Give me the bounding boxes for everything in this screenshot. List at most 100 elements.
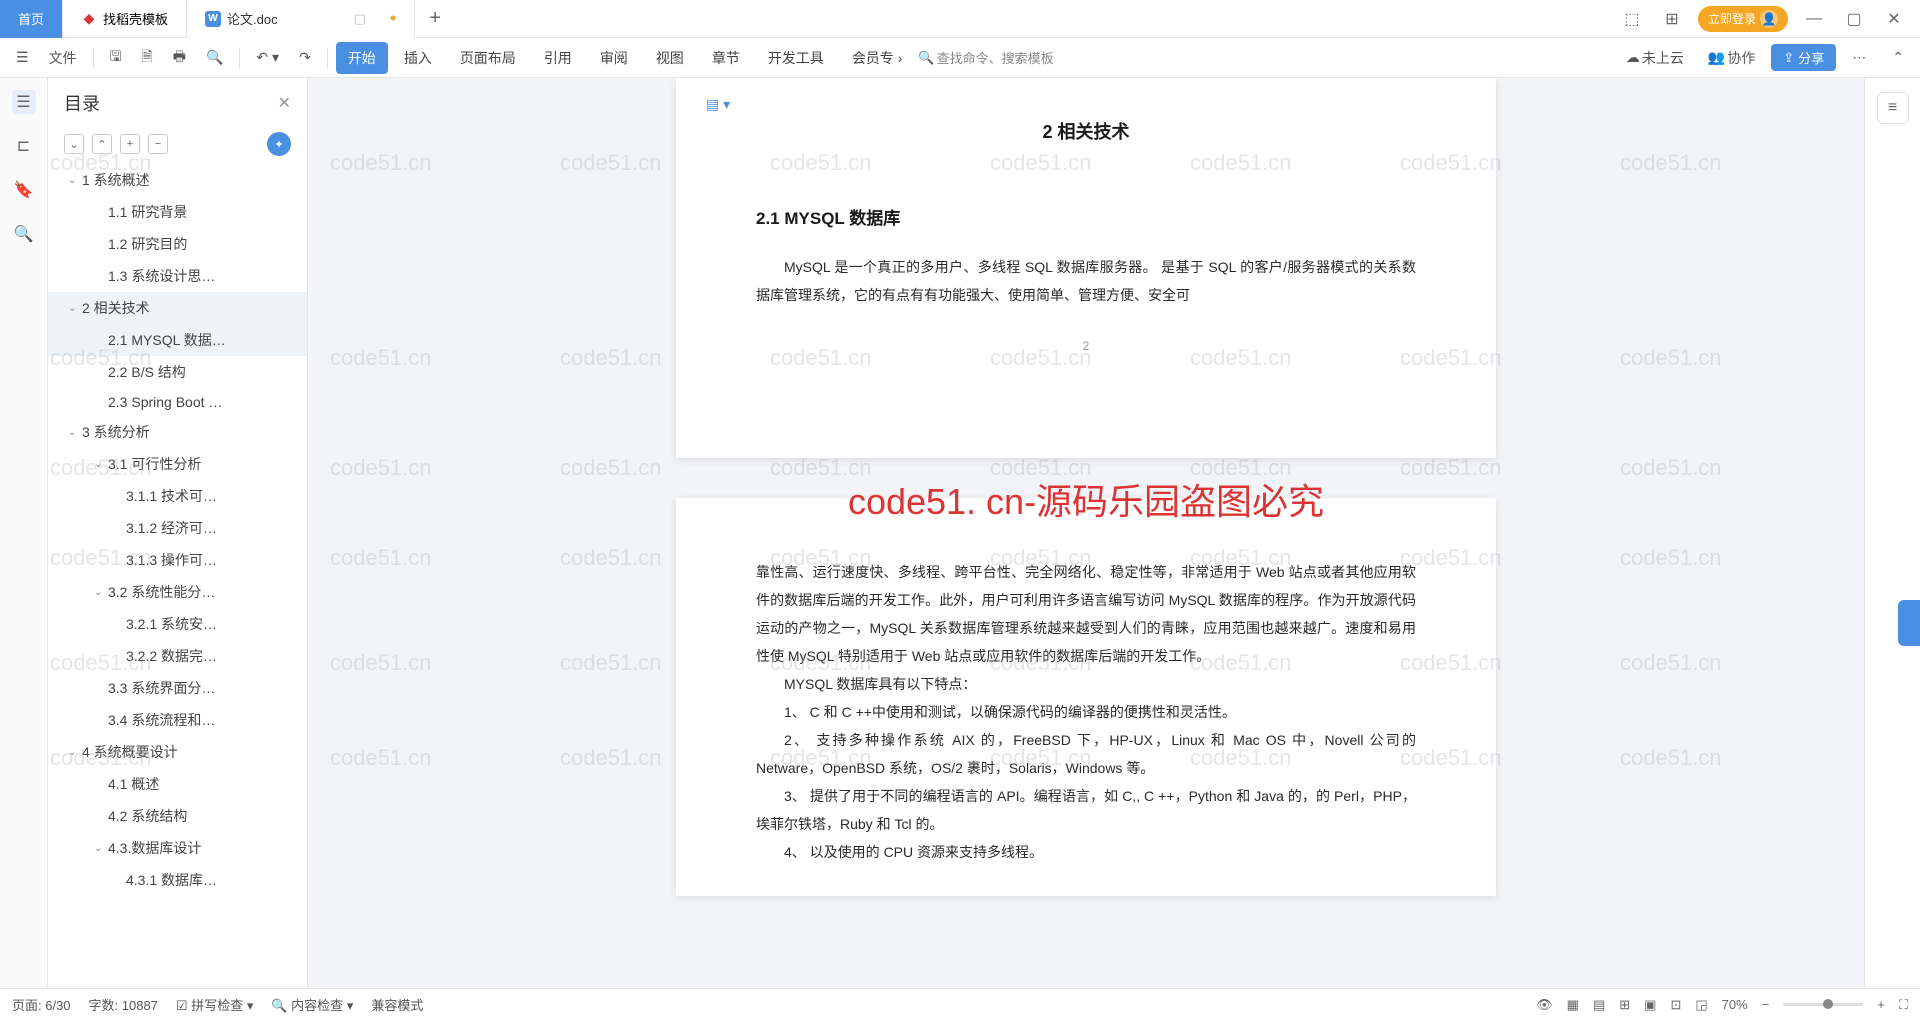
- doc-paragraph: 靠性高、运行速度快、多线程、跨平台性、完全网络化、稳定性等，非常适用于 Web …: [756, 558, 1416, 670]
- doc-paragraph: MYSQL 数据库具有以下特点：: [756, 670, 1416, 698]
- outline-item[interactable]: 3.3 系统界面分…: [48, 672, 307, 704]
- properties-icon[interactable]: ≡: [1877, 92, 1909, 124]
- remove-item-icon[interactable]: −: [148, 134, 168, 154]
- menu-dev[interactable]: 开发工具: [756, 42, 836, 74]
- outline-panel-icon[interactable]: ☰: [12, 90, 36, 114]
- zoom-in-icon[interactable]: +: [1877, 997, 1885, 1012]
- menu-start[interactable]: 开始: [336, 42, 388, 74]
- statusbar: 页面: 6/30 字数: 10887 ☑ 拼写检查 ▾ 🔍 内容检查 ▾ 兼容模…: [0, 988, 1920, 1020]
- collapse-all-icon[interactable]: ⌄: [64, 134, 84, 154]
- ai-assistant-icon[interactable]: ✦: [267, 132, 291, 156]
- feedback-tab[interactable]: [1898, 600, 1920, 646]
- bookmark-icon[interactable]: 🔖: [12, 178, 36, 202]
- outline-list: ⌄1 系统概述1.1 研究背景1.2 研究目的1.3 系统设计思…⌄2 相关技术…: [48, 164, 307, 988]
- outline-item[interactable]: 3.2.1 系统安…: [48, 608, 307, 640]
- titlebar: 首页 ◆ 找稻壳模板 W 论文.doc ▢ • + ⬚ ⊞ 立即登录 👤 — ▢…: [0, 0, 1920, 38]
- search-panel-icon[interactable]: 🔍: [12, 222, 36, 246]
- tab-templates[interactable]: ◆ 找稻壳模板: [63, 0, 187, 38]
- collab-button[interactable]: 👥 协作: [1700, 42, 1763, 74]
- apps-icon[interactable]: ⊞: [1658, 5, 1686, 33]
- ruler-icon[interactable]: ⊏: [12, 134, 36, 158]
- doc-paragraph: 1、 C 和 C ++中使用和测试，以确保源代码的编译器的便携性和灵活性。: [756, 698, 1416, 726]
- fullscreen-icon[interactable]: ⛶: [1899, 997, 1908, 1013]
- add-item-icon[interactable]: +: [120, 134, 140, 154]
- tab-document[interactable]: W 论文.doc ▢ •: [187, 0, 415, 38]
- page-1: ▤ ▾ 2 相关技术 2.1 MYSQL 数据库 MySQL 是一个真正的多用户…: [676, 78, 1496, 458]
- file-menu[interactable]: 文件: [41, 42, 85, 74]
- outline-item[interactable]: ⌄2 相关技术: [48, 292, 307, 324]
- zoom-out-icon[interactable]: −: [1762, 997, 1770, 1012]
- preview-icon[interactable]: 🔍: [198, 43, 231, 72]
- outline-item[interactable]: 3.1.3 操作可…: [48, 544, 307, 576]
- hamburger-icon[interactable]: ☰: [8, 43, 37, 72]
- status-spellcheck[interactable]: ☑ 拼写检查 ▾: [176, 995, 253, 1014]
- tab-home[interactable]: 首页: [0, 0, 63, 38]
- outline-item[interactable]: 3.2.2 数据完…: [48, 640, 307, 672]
- menu-layout[interactable]: 页面布局: [448, 42, 528, 74]
- status-words[interactable]: 字数: 10887: [89, 995, 158, 1014]
- menu-member[interactable]: 会员专 ›: [840, 42, 915, 74]
- status-page[interactable]: 页面: 6/30: [12, 995, 71, 1014]
- expand-all-icon[interactable]: ⌃: [92, 134, 112, 154]
- main-area: ☰ ⊏ 🔖 🔍 目录 ✕ ⌄ ⌃ + − ✦ ⌄1 系统概述1.1 研究背景1.…: [0, 78, 1920, 988]
- outline-item[interactable]: 4.3.1 数据库…: [48, 864, 307, 896]
- template-icon: ◆: [81, 11, 97, 27]
- share-button[interactable]: ⇪ 分享: [1771, 44, 1836, 71]
- view-mode-4-icon[interactable]: ▣: [1644, 997, 1656, 1013]
- zoom-level[interactable]: 70%: [1722, 997, 1748, 1012]
- outline-item[interactable]: 2.3 Spring Boot …: [48, 388, 307, 416]
- save-icon[interactable]: 🖫: [102, 40, 130, 76]
- close-icon[interactable]: ✕: [1880, 5, 1908, 33]
- view-mode-5-icon[interactable]: ⊡: [1670, 997, 1681, 1013]
- zoom-slider[interactable]: [1783, 1003, 1863, 1006]
- doc-paragraph: 2、 支持多种操作系统 AIX 的，FreeBSD 下，HP-UX，Linux …: [756, 726, 1416, 782]
- zoom-fit-icon[interactable]: ◲: [1695, 997, 1707, 1013]
- outline-item[interactable]: ⌄4 系统概要设计: [48, 736, 307, 768]
- undo-icon[interactable]: ↶ ▾: [248, 43, 287, 72]
- outline-item[interactable]: ⌄3.1 可行性分析: [48, 448, 307, 480]
- command-search[interactable]: 🔍 查找命令、搜索模板: [918, 48, 1053, 67]
- menu-chapter[interactable]: 章节: [700, 42, 752, 74]
- status-compat[interactable]: 兼容模式: [371, 995, 423, 1014]
- minimize-icon[interactable]: —: [1800, 5, 1828, 33]
- eye-icon[interactable]: 👁: [1536, 997, 1553, 1013]
- view-mode-3-icon[interactable]: ⊞: [1619, 997, 1630, 1013]
- outline-close-icon[interactable]: ✕: [278, 93, 291, 113]
- more-icon[interactable]: ⋯: [1844, 43, 1876, 72]
- outline-item[interactable]: ⌄3 系统分析: [48, 416, 307, 448]
- menu-review[interactable]: 审阅: [588, 42, 640, 74]
- outline-item[interactable]: ⌄4.3.数据库设计: [48, 832, 307, 864]
- page-header-icon[interactable]: ▤ ▾: [706, 96, 730, 113]
- tab-add[interactable]: +: [415, 7, 455, 30]
- outline-item[interactable]: 1.1 研究背景: [48, 196, 307, 228]
- outline-item[interactable]: 4.2 系统结构: [48, 800, 307, 832]
- outline-item[interactable]: ⌄3.2 系统性能分…: [48, 576, 307, 608]
- menu-view[interactable]: 视图: [644, 42, 696, 74]
- login-button[interactable]: 立即登录 👤: [1698, 6, 1788, 32]
- status-content-check[interactable]: 🔍 内容检查 ▾: [271, 995, 353, 1014]
- layout-icon[interactable]: ⬚: [1618, 5, 1646, 33]
- menu-ref[interactable]: 引用: [532, 42, 584, 74]
- outline-item[interactable]: 2.1 MYSQL 数据…: [48, 324, 307, 356]
- maximize-icon[interactable]: ▢: [1840, 5, 1868, 33]
- menu-insert[interactable]: 插入: [392, 42, 444, 74]
- document-area[interactable]: ▤ ▾ 2 相关技术 2.1 MYSQL 数据库 MySQL 是一个真正的多用户…: [308, 78, 1864, 988]
- outline-item[interactable]: 1.2 研究目的: [48, 228, 307, 260]
- page-2: 靠性高、运行速度快、多线程、跨平台性、完全网络化、稳定性等，非常适用于 Web …: [676, 498, 1496, 896]
- outline-item[interactable]: 1.3 系统设计思…: [48, 260, 307, 292]
- view-mode-2-icon[interactable]: ▤: [1593, 997, 1605, 1013]
- monitor-icon[interactable]: ▢: [354, 11, 366, 27]
- collapse-ribbon-icon[interactable]: ⌃: [1884, 43, 1912, 72]
- page-number: 2: [756, 339, 1416, 353]
- redo-icon[interactable]: ↷: [291, 43, 319, 72]
- outline-item[interactable]: 3.4 系统流程和…: [48, 704, 307, 736]
- outline-item[interactable]: 3.1.2 经济可…: [48, 512, 307, 544]
- outline-item[interactable]: 4.1 概述: [48, 768, 307, 800]
- outline-item[interactable]: ⌄1 系统概述: [48, 164, 307, 196]
- view-mode-1-icon[interactable]: ▦: [1567, 997, 1579, 1013]
- cloud-status[interactable]: ☁ 未上云: [1618, 42, 1692, 74]
- outline-item[interactable]: 3.1.1 技术可…: [48, 480, 307, 512]
- print-icon[interactable]: 🖶: [165, 40, 194, 76]
- save-as-icon[interactable]: 🗎: [134, 40, 161, 76]
- outline-item[interactable]: 2.2 B/S 结构: [48, 356, 307, 388]
